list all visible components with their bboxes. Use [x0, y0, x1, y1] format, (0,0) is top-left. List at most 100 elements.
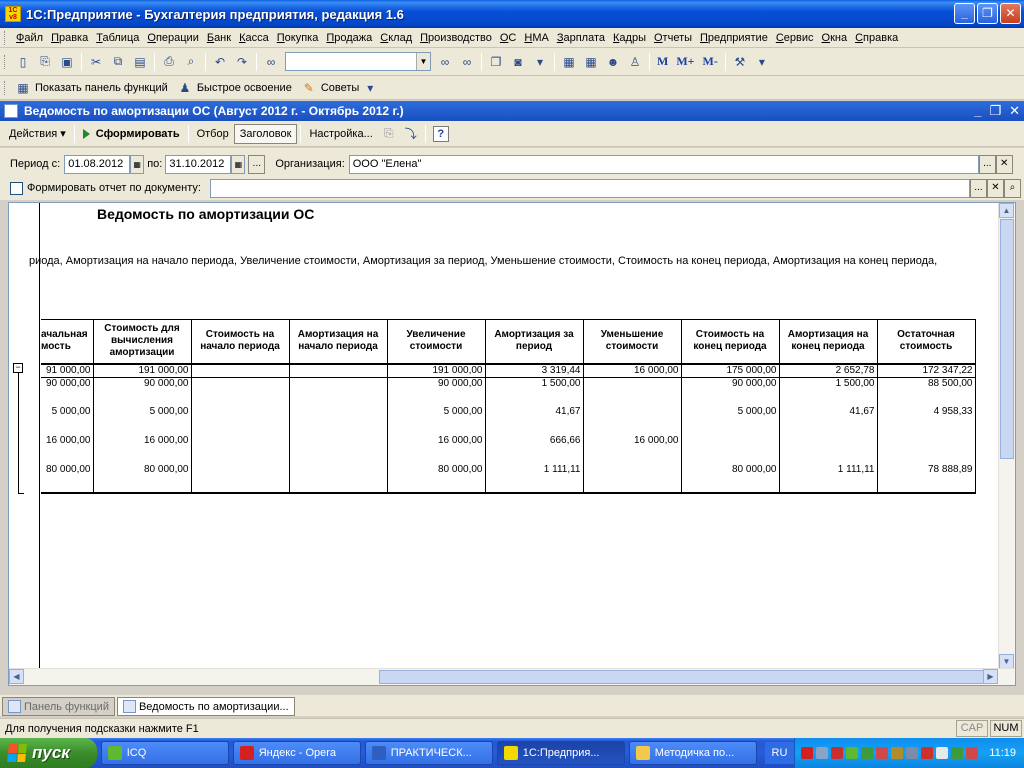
vertical-scrollbar[interactable]: ▲ ▼: [998, 203, 1015, 669]
filter-button[interactable]: Отбор: [192, 124, 234, 144]
dropdown-arrow-icon[interactable]: ▾: [531, 53, 549, 71]
table-cell[interactable]: 2 652,78: [778, 363, 878, 378]
close-button[interactable]: ✕: [1000, 3, 1021, 24]
table-cell[interactable]: 80 000,00: [386, 464, 486, 494]
organization-clear-button[interactable]: ✕: [995, 154, 1013, 174]
print-icon[interactable]: ⎙: [160, 53, 178, 71]
table-cell[interactable]: 175 000,00: [680, 363, 780, 378]
windows-icon[interactable]: ❐: [487, 53, 505, 71]
taskbar-item[interactable]: 1С:Предприя...: [496, 741, 625, 765]
taskbar-item[interactable]: ICQ: [100, 741, 229, 765]
undo-icon[interactable]: ↶: [211, 53, 229, 71]
table-cell[interactable]: 16 000,00: [582, 363, 682, 378]
table-cell[interactable]: [582, 406, 682, 435]
table-cell[interactable]: [778, 435, 878, 464]
menu-item[interactable]: Таблица: [92, 29, 143, 47]
table-cell[interactable]: 80 000,00: [680, 464, 780, 494]
by-document-select-button[interactable]: ...: [969, 178, 987, 198]
table-cell[interactable]: 90 000,00: [92, 377, 192, 406]
table-cell[interactable]: 80 000,00: [41, 464, 94, 494]
scroll-left-icon[interactable]: ◀: [9, 669, 24, 684]
table-cell[interactable]: 16 000,00: [41, 435, 94, 464]
table-cell[interactable]: 5 000,00: [41, 406, 94, 435]
taskbar-item[interactable]: Методичка по...: [628, 741, 757, 765]
dropdown-arrow-icon[interactable]: ▾: [753, 53, 771, 71]
collapse-group-icon[interactable]: −: [13, 363, 23, 373]
organization-field[interactable]: ООО "Елена": [348, 154, 979, 174]
restore-settings-icon[interactable]: ⎘: [380, 125, 398, 143]
calendar-icon[interactable]: ▦: [231, 154, 246, 174]
cut-icon[interactable]: ✂: [87, 53, 105, 71]
table-cell[interactable]: [190, 464, 290, 494]
help-icon[interactable]: ?: [432, 125, 449, 142]
table-cell[interactable]: 666,66: [484, 435, 584, 464]
table-cell[interactable]: 1 500,00: [778, 377, 878, 406]
chevron-down-icon[interactable]: ▼: [416, 53, 430, 70]
table-cell[interactable]: 80 000,00: [92, 464, 192, 494]
table-cell[interactable]: 5 000,00: [92, 406, 192, 435]
table-cell[interactable]: [190, 377, 290, 406]
memory-plus-button[interactable]: M+: [676, 54, 694, 69]
menu-item[interactable]: Зарплата: [553, 29, 609, 47]
shield-icon[interactable]: [951, 747, 964, 759]
table-cell[interactable]: 16 000,00: [386, 435, 486, 464]
menu-item[interactable]: Производство: [416, 29, 496, 47]
generate-button[interactable]: Сформировать: [78, 124, 185, 144]
menu-item[interactable]: Отчеты: [650, 29, 696, 47]
new-document-icon[interactable]: ▯: [14, 53, 32, 71]
table-cell[interactable]: 1 500,00: [484, 377, 584, 406]
table-cell[interactable]: [190, 406, 290, 435]
table-cell[interactable]: 4 958,33: [876, 406, 976, 435]
table-cell[interactable]: 191 000,00: [386, 363, 486, 378]
table-cell[interactable]: 3 319,44: [484, 363, 584, 378]
antivirus-tray-icon[interactable]: [831, 747, 844, 759]
volume-icon[interactable]: [936, 747, 949, 759]
organization-select-button[interactable]: ...: [978, 154, 996, 174]
menu-item[interactable]: Касса: [235, 29, 273, 47]
calendar-icon[interactable]: ▦: [582, 53, 600, 71]
table-cell[interactable]: 88 500,00: [876, 377, 976, 406]
scroll-down-icon[interactable]: ▼: [999, 654, 1014, 669]
taskbar-item[interactable]: ПРАКТИЧЕСК...: [364, 741, 493, 765]
by-document-field[interactable]: [209, 178, 970, 198]
table-cell[interactable]: 191 000,00: [92, 363, 192, 378]
tab-depreciation-report[interactable]: Ведомость по амортизации...: [116, 697, 295, 716]
table-cell[interactable]: 5 000,00: [386, 406, 486, 435]
network-tray-icon[interactable]: [861, 747, 874, 759]
table-cell[interactable]: 41,67: [484, 406, 584, 435]
table-cell[interactable]: [288, 377, 388, 406]
vertical-scroll-thumb[interactable]: [1000, 219, 1014, 459]
horizontal-scroll-thumb[interactable]: [379, 670, 987, 684]
start-button[interactable]: пуск: [0, 738, 97, 768]
quick-learn-button[interactable]: ♟ Быстрое освоение: [174, 79, 291, 97]
person-icon[interactable]: ♙: [626, 53, 644, 71]
restore-button[interactable]: ❐: [989, 103, 1001, 119]
binoculars-icon[interactable]: ∞: [262, 53, 280, 71]
calendar-icon[interactable]: ▦: [130, 154, 145, 174]
menu-item[interactable]: Кадры: [609, 29, 650, 47]
menu-item[interactable]: НМА: [520, 29, 552, 47]
table-cell[interactable]: [582, 377, 682, 406]
copy-icon[interactable]: ⧉: [109, 53, 127, 71]
security-tray-icon[interactable]: [876, 747, 889, 759]
tab-functions-panel[interactable]: Панель функций: [2, 697, 115, 716]
by-document-clear-button[interactable]: ✕: [986, 178, 1004, 198]
redo-icon[interactable]: ↷: [233, 53, 251, 71]
memory-button[interactable]: M: [657, 54, 668, 69]
menu-item[interactable]: Банк: [203, 29, 235, 47]
actions-menu-button[interactable]: Действия ▾: [4, 124, 71, 144]
table-cell[interactable]: 5 000,00: [680, 406, 780, 435]
scroll-up-icon[interactable]: ▲: [999, 203, 1014, 218]
taskbar-item[interactable]: Яндекс - Opera: [232, 741, 361, 765]
table-cell[interactable]: [876, 435, 976, 464]
table-cell[interactable]: [288, 363, 388, 378]
find-prev-icon[interactable]: ∞: [458, 53, 476, 71]
opera-tray-icon[interactable]: [801, 747, 814, 759]
search-icon[interactable]: ⌕: [1003, 178, 1021, 198]
update-tray-icon[interactable]: [891, 747, 904, 759]
show-panel-button[interactable]: ▦ Показать панель функций: [12, 79, 168, 97]
toolbar-grip[interactable]: [4, 30, 7, 45]
menu-item[interactable]: ОС: [496, 29, 521, 47]
report-spreadsheet[interactable]: − Ведомость по амортизации ОС риода, Амо…: [8, 202, 1016, 686]
table-cell[interactable]: [288, 435, 388, 464]
